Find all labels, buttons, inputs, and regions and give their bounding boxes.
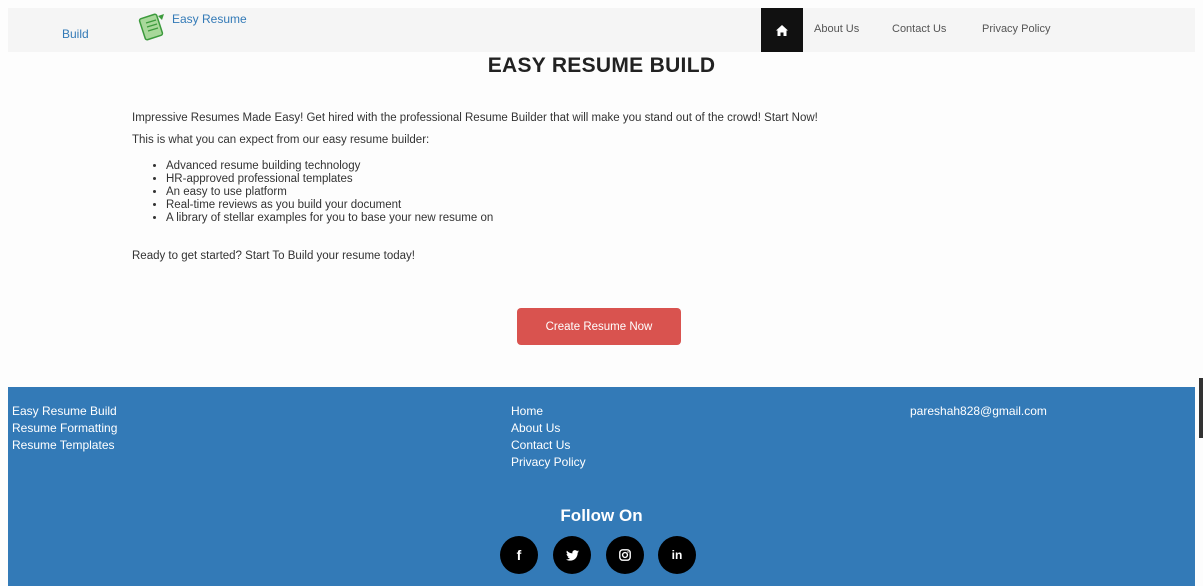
navbar: Build Easy Resume About Us Contact Us Pr… — [8, 8, 1195, 52]
create-resume-button[interactable]: Create Resume Now — [517, 308, 681, 345]
footer-column-contact: pareshah828@gmail.com — [910, 403, 1047, 420]
twitter-button[interactable] — [553, 536, 591, 574]
twitter-icon — [565, 549, 579, 561]
linkedin-button[interactable]: in — [658, 536, 696, 574]
expect-text: This is what you can expect from our eas… — [132, 134, 430, 146]
facebook-button[interactable]: f — [500, 536, 538, 574]
feature-item: A library of stellar examples for you to… — [166, 212, 493, 225]
footer-column-resume: Easy Resume Build Resume Formatting Resu… — [12, 403, 117, 454]
nav-brand-link[interactable]: Build — [62, 27, 89, 41]
page: Build Easy Resume About Us Contact Us Pr… — [0, 0, 1203, 586]
footer-link-about-us[interactable]: About Us — [511, 420, 586, 437]
facebook-icon: f — [516, 547, 522, 563]
nav-about-us[interactable]: About Us — [814, 23, 859, 35]
nav-contact-us[interactable]: Contact Us — [892, 23, 946, 35]
resume-logo-icon[interactable] — [136, 12, 168, 42]
intro-text: Impressive Resumes Made Easy! Get hired … — [132, 112, 818, 124]
logo-text[interactable]: Easy Resume — [172, 12, 247, 26]
instagram-icon — [619, 549, 631, 561]
footer-link-privacy-policy[interactable]: Privacy Policy — [511, 454, 586, 471]
ready-text: Ready to get started? Start To Build you… — [132, 250, 415, 262]
footer-link-easy-resume-build[interactable]: Easy Resume Build — [12, 403, 117, 420]
feature-item: An easy to use platform — [166, 186, 493, 199]
feature-list: Advanced resume building technology HR-a… — [132, 160, 493, 225]
scrollbar-edge[interactable] — [1199, 378, 1203, 438]
footer-link-resume-templates[interactable]: Resume Templates — [12, 437, 117, 454]
feature-item: Advanced resume building technology — [166, 160, 493, 173]
feature-item: HR-approved professional templates — [166, 173, 493, 186]
follow-on-heading: Follow On — [560, 506, 643, 525]
footer-link-home[interactable]: Home — [511, 403, 586, 420]
home-icon — [776, 24, 788, 36]
footer-link-contact-us[interactable]: Contact Us — [511, 437, 586, 454]
nav-privacy-policy[interactable]: Privacy Policy — [982, 23, 1050, 35]
feature-item: Real-time reviews as you build your docu… — [166, 199, 493, 212]
footer-link-resume-formatting[interactable]: Resume Formatting — [12, 420, 117, 437]
page-title: EASY RESUME BUILD — [487, 54, 716, 77]
footer: Easy Resume Build Resume Formatting Resu… — [8, 387, 1195, 586]
footer-column-nav: Home About Us Contact Us Privacy Policy — [511, 403, 586, 471]
linkedin-icon: in — [671, 548, 683, 562]
footer-email[interactable]: pareshah828@gmail.com — [910, 403, 1047, 420]
home-button[interactable] — [761, 8, 803, 52]
instagram-button[interactable] — [606, 536, 644, 574]
